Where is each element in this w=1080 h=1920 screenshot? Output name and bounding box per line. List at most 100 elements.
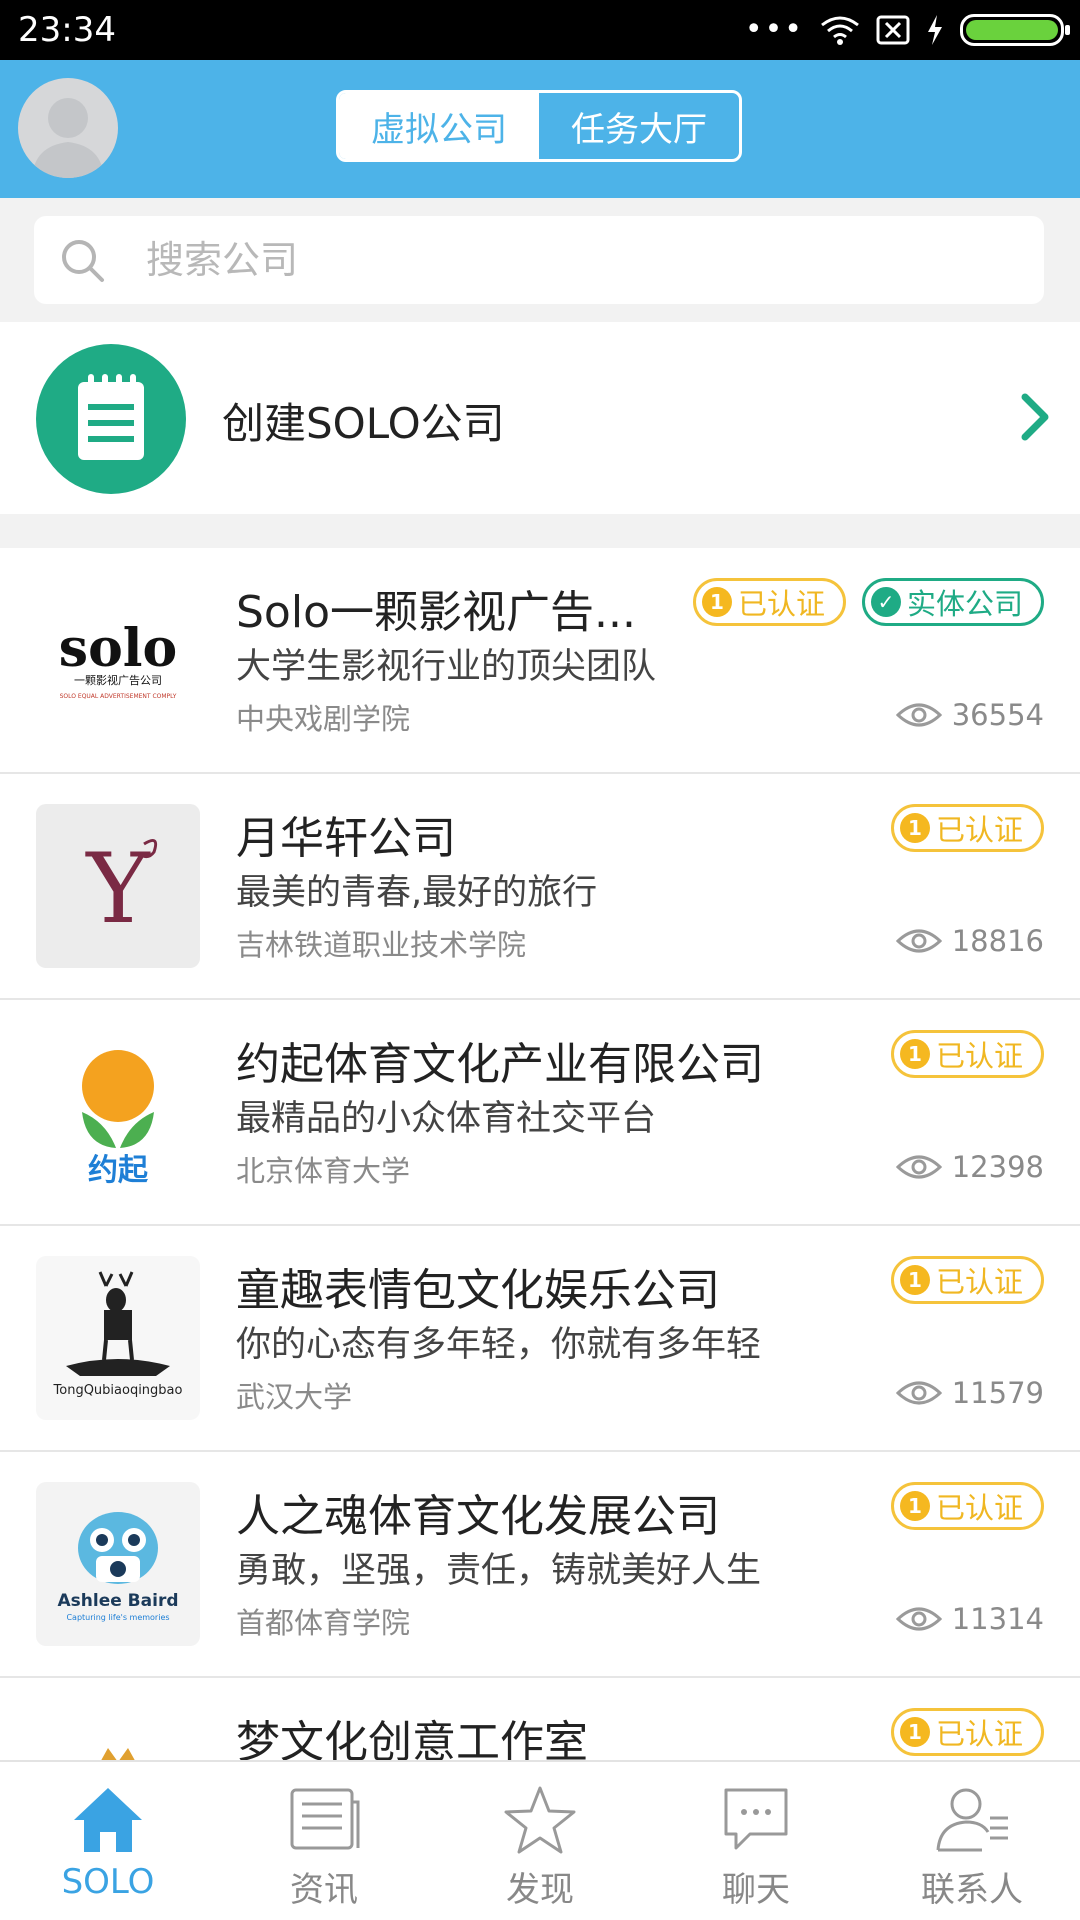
coin-icon: 1 [899,813,930,843]
eye-icon [895,1381,942,1405]
solo-logo-tag: SOLO EQUAL ADVERTISEMENT COMPLY [60,693,177,700]
company-name: 童趣表情包文化娱乐公司 [236,1265,720,1316]
charging-icon [928,15,942,45]
eye-icon [895,929,942,953]
company-slogan: 大学生影视行业的顶尖团队 [236,647,657,687]
view-count: 36554 [895,698,1044,732]
top-header: 虚拟公司 任务大厅 [0,60,1080,198]
coin-icon: 1 [899,1039,930,1069]
status-icons: ••• [744,12,1070,47]
user-avatar[interactable] [18,78,118,178]
verified-badge: 1 已认证 [692,578,846,626]
company-logo-ashlee: Ashlee Baird Capturing life's memories [36,1482,200,1646]
company-row[interactable]: 约起 约起体育文化产业有限公司 1 已认证 最精品的小众体育社交平台 北京体育大学… [0,1000,1080,1226]
company-school: 吉林铁道职业技术学院 [236,928,527,962]
verified-badge: 1 已认证 [890,1030,1044,1078]
tab-task-hall[interactable]: 任务大厅 [539,93,739,159]
ashlee-logo-text: Ashlee Baird [58,1591,179,1611]
tab-discover[interactable]: 发现 [432,1762,648,1920]
segment-control: 虚拟公司 任务大厅 [336,90,742,162]
company-list: solo 一颗影视广告公司 SOLO EQUAL ADVERTISEMENT C… [0,548,1080,1760]
company-logo-solo: solo 一颗影视广告公司 SOLO EQUAL ADVERTISEMENT C… [36,578,200,742]
tab-contacts[interactable]: 联系人 [864,1762,1080,1920]
tab-news[interactable]: 资讯 [216,1762,432,1920]
solo-logo-sub: 一颗影视广告公司 [74,673,162,687]
company-logo-yueqi: 约起 [36,1030,200,1194]
battery-icon [960,14,1070,46]
notepad-icon [36,344,186,494]
badge-group: 1 已认证 [890,1256,1044,1304]
company-name: 月华轩公司 [236,813,456,864]
status-time: 23:34 [18,10,116,50]
tab-chat[interactable]: 聊天 [648,1762,864,1920]
view-count: 11314 [895,1602,1044,1636]
eye-icon [895,1607,942,1631]
view-count: 18816 [895,924,1044,958]
verified-badge: 1 已认证 [890,1482,1044,1530]
search-icon [62,240,104,282]
company-slogan: 你的心态有多年轻，你就有多年轻 [236,1325,762,1365]
company-name: Solo一颗影视广告... [236,587,636,638]
avatar-placeholder-icon [32,98,104,178]
company-row[interactable]: Ashlee Baird Capturing life's memories 人… [0,1452,1080,1678]
search-input[interactable] [144,228,1008,292]
badge-group: 1 已认证 ✓ 实体公司 [692,578,1044,626]
company-logo-yuehua: Y [36,804,200,968]
company-row[interactable]: Y 月华轩公司 1 已认证 最美的青春,最好的旅行 吉林铁道职业技术学院 1881… [0,774,1080,1000]
company-name: 约起体育文化产业有限公司 [236,1039,764,1090]
coin-icon: 1 [899,1491,930,1521]
create-company-row[interactable]: 创建SOLO公司 [0,322,1080,514]
company-name: 梦文化创意工作室 [236,1717,588,1760]
company-row[interactable]: solo 一颗影视广告公司 SOLO EQUAL ADVERTISEMENT C… [0,548,1080,774]
solo-logo-text: solo [59,618,177,679]
badge-group: 1 已认证 [890,804,1044,852]
search-section [0,198,1080,320]
company-logo-tongqu: TongQubiaoqingbao [36,1256,200,1420]
company-school: 中央戏剧学院 [236,702,411,736]
check-icon: ✓ [870,587,901,617]
yueqi-logo-text: 约起 [88,1153,149,1188]
eye-icon [895,703,942,727]
company-slogan: 最精品的小众体育社交平台 [236,1099,657,1139]
wifi-icon [821,16,859,45]
tab-solo[interactable]: SOLO [0,1762,216,1920]
company-row[interactable]: 梦文化创意工作室 1 已认证 [0,1678,1080,1760]
coin-icon: 1 [899,1265,930,1295]
status-bar: 23:34 ••• [0,0,1080,60]
coin-icon: 1 [701,587,732,617]
tongqu-logo-text: TongQubiaoqingbao [53,1383,183,1398]
home-icon [74,1788,142,1852]
company-slogan: 勇敢，坚强，责任，铸就美好人生 [236,1551,762,1591]
yuehua-logo-letter: Y [84,833,151,945]
company-name: 人之魂体育文化发展公司 [236,1491,720,1542]
sim-blocked-icon [876,15,910,45]
eye-icon [895,1155,942,1179]
company-slogan: 最美的青春,最好的旅行 [236,873,598,913]
chevron-right-icon [1021,393,1049,441]
badge-group: 1 已认证 [890,1708,1044,1756]
view-count: 11579 [895,1376,1044,1410]
verified-badge: 1 已认证 [890,1256,1044,1304]
ashlee-logo-tag: Capturing life's memories [66,1613,169,1622]
company-row[interactable]: TongQubiaoqingbao 童趣表情包文化娱乐公司 1 已认证 你的心态有… [0,1226,1080,1452]
more-dots-icon: ••• [744,12,804,47]
contacts-icon [936,1788,1008,1852]
news-icon [290,1788,360,1850]
create-company-label: 创建SOLO公司 [222,399,505,448]
entity-company-badge: ✓ 实体公司 [861,578,1044,626]
company-school: 北京体育大学 [236,1154,411,1188]
company-logo-meng [36,1708,200,1760]
verified-badge: 1 已认证 [890,1708,1044,1756]
company-school: 首都体育学院 [236,1606,411,1640]
star-icon [504,1786,576,1854]
badge-group: 1 已认证 [890,1030,1044,1078]
chat-icon [724,1788,788,1850]
coin-icon: 1 [899,1717,930,1747]
verified-badge: 1 已认证 [890,804,1044,852]
bottom-tab-bar: SOLO 资讯 发现 聊天 联系人 [0,1760,1080,1920]
badge-group: 1 已认证 [890,1482,1044,1530]
tab-virtual-company[interactable]: 虚拟公司 [339,93,539,159]
view-count: 12398 [895,1150,1044,1184]
company-school: 武汉大学 [236,1380,353,1414]
search-box [34,216,1044,304]
